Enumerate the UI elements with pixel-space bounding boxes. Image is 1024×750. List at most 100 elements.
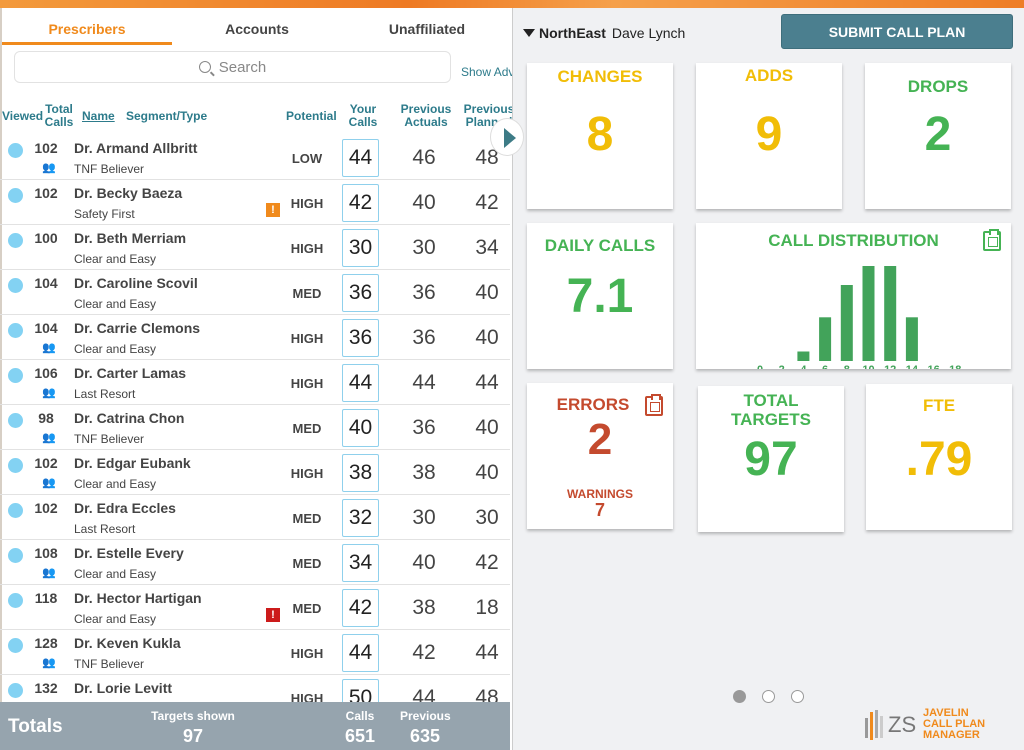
table-row[interactable]: 106 👥 Dr. Carter Lamas Last Resort HIGH 44 44 4… (0, 360, 510, 405)
previous-actuals: 36 (412, 416, 436, 439)
table-row[interactable]: 118 Dr. Hector Hartigan Clear and Easy! MED… (0, 585, 510, 630)
prescriber-name[interactable]: Dr. Caroline Scovil (74, 275, 198, 291)
your-calls-input[interactable]: 44 (342, 634, 379, 672)
search-icon (198, 61, 211, 73)
call-distribution-card[interactable]: CALL DISTRIBUTION 024681012141618 (696, 223, 1011, 369)
error-icon[interactable]: ! (266, 608, 280, 622)
tab-accounts[interactable]: Accounts (172, 8, 342, 45)
group-practice-icon: 👥 (42, 657, 56, 669)
group-practice-icon: 👥 (42, 432, 56, 444)
changes-card[interactable]: CHANGES 8 (527, 63, 673, 209)
col-potential[interactable]: Potential (286, 110, 337, 123)
prescriber-name[interactable]: Dr. Keven Kukla (74, 635, 181, 651)
prescriber-name[interactable]: Dr. Lorie Levitt (74, 680, 172, 696)
your-calls-input[interactable]: 34 (342, 544, 379, 582)
x-tick-label: 18 (949, 364, 961, 369)
tab-unaffiliated[interactable]: Unaffiliated (342, 8, 512, 45)
previous-planned: 30 (475, 506, 499, 529)
col-viewed[interactable]: Viewed (2, 110, 43, 123)
total-targets-title-2: TARGETS (731, 410, 811, 429)
page-dot-1[interactable] (733, 690, 746, 703)
errors-card[interactable]: ERRORS 2 WARNINGS 7 (527, 383, 673, 529)
table-row[interactable]: 102 Dr. Edra Eccles Last Resort MED 32 30 30 (0, 495, 510, 540)
group-practice-icon: 👥 (42, 387, 56, 399)
report-clipboard-icon[interactable] (645, 394, 663, 416)
total-targets-card[interactable]: TOTAL TARGETS 97 (698, 386, 844, 532)
your-calls-input[interactable]: 44 (342, 139, 379, 177)
potential: MED (292, 286, 322, 301)
prescriber-name[interactable]: Dr. Estelle Every (74, 545, 184, 561)
your-calls-input[interactable]: 30 (342, 229, 379, 267)
daily-calls-title: DAILY CALLS (544, 236, 656, 255)
total-calls: 100 (34, 230, 58, 246)
drops-card[interactable]: DROPS 2 (865, 63, 1011, 209)
table-row[interactable]: 102 👥 Dr. Armand Allbritt TNF Believer LOW 44… (0, 135, 510, 180)
potential: MED (292, 556, 322, 571)
prescriber-name[interactable]: Dr. Catrina Chon (74, 410, 184, 426)
table-row[interactable]: 104 Dr. Caroline Scovil Clear and Easy MED 3… (0, 270, 510, 315)
table-row[interactable]: 104 👥 Dr. Carrie Clemons Clear and Easy HIGH… (0, 315, 510, 360)
viewed-indicator (8, 233, 23, 248)
previous-planned: 40 (475, 416, 499, 439)
your-calls-input[interactable]: 32 (342, 499, 379, 537)
total-calls: 132 (34, 680, 58, 696)
table-row[interactable]: 128 👥 Dr. Keven Kukla TNF Believer HIGH 44 42 4… (0, 630, 510, 675)
table-row[interactable]: 102 👥 Dr. Edgar Eubank Clear and Easy HIGH 38… (0, 450, 510, 495)
viewed-indicator (8, 683, 23, 698)
segment-type: Clear and Easy (74, 477, 157, 491)
prescriber-name[interactable]: Dr. Edgar Eubank (74, 455, 191, 471)
warning-icon[interactable]: ! (266, 203, 280, 217)
previous-actuals: 38 (412, 596, 436, 619)
potential: HIGH (290, 376, 324, 391)
warnings-label: WARNINGS (567, 487, 633, 501)
submit-call-plan-button[interactable]: SUBMIT CALL PLAN (781, 14, 1013, 49)
expand-panel-button[interactable] (490, 118, 524, 156)
segment-type: Clear and Easy (74, 612, 157, 626)
calls-total-label: Calls (345, 709, 375, 723)
your-calls-input[interactable]: 42 (342, 184, 379, 222)
x-tick-label: 8 (844, 364, 850, 369)
table-row[interactable]: 102 Dr. Becky Baeza Safety First! HIGH 42 40 4… (0, 180, 510, 225)
col-your-calls[interactable]: Your Calls (346, 103, 380, 129)
your-calls-input[interactable]: 42 (342, 589, 379, 627)
fte-card[interactable]: FTE .79 (866, 384, 1012, 530)
table-row[interactable]: 132 Dr. Lorie Levitt HIGH 50 44 48 (0, 675, 510, 703)
tab-prescribers[interactable]: Prescribers (2, 8, 172, 45)
daily-calls-card[interactable]: DAILY CALLS 7.1 (527, 223, 673, 369)
prescriber-name[interactable]: Dr. Hector Hartigan (74, 590, 202, 606)
your-calls-input[interactable]: 50 (342, 679, 379, 703)
search-input[interactable]: Search (14, 51, 451, 83)
your-calls-input[interactable]: 36 (342, 319, 379, 357)
prescriber-name[interactable]: Dr. Beth Merriam (74, 230, 186, 246)
previous-actuals: 40 (412, 551, 436, 574)
prescriber-name[interactable]: Dr. Becky Baeza (74, 185, 182, 201)
total-calls: 106 (34, 365, 58, 381)
page-dot-2[interactable] (762, 690, 775, 703)
page-dot-3[interactable] (791, 690, 804, 703)
table-row[interactable]: 98 👥 Dr. Catrina Chon TNF Believer MED 40 36 40 (0, 405, 510, 450)
prescriber-name[interactable]: Dr. Armand Allbritt (74, 140, 197, 156)
previous-actuals: 46 (412, 146, 436, 169)
col-previous-actuals[interactable]: Previous Actuals (400, 103, 452, 129)
previous-actuals: 30 (412, 236, 436, 259)
potential: MED (292, 601, 322, 616)
territory-selector[interactable]: NorthEast Dave Lynch (523, 25, 685, 41)
table-row[interactable]: 108 👥 Dr. Estelle Every Clear and Easy MED 34… (0, 540, 510, 585)
col-name[interactable]: Name (82, 110, 115, 123)
totals-label: Totals (8, 716, 63, 737)
your-calls-input[interactable]: 38 (342, 454, 379, 492)
prescriber-name[interactable]: Dr. Carrie Clemons (74, 320, 200, 336)
col-total-calls[interactable]: Total Calls (44, 103, 74, 129)
your-calls-input[interactable]: 44 (342, 364, 379, 402)
your-calls-input[interactable]: 36 (342, 274, 379, 312)
your-calls-input[interactable]: 40 (342, 409, 379, 447)
table-row[interactable]: 100 Dr. Beth Merriam Clear and Easy HIGH 30 3… (0, 225, 510, 270)
fte-value: .79 (905, 433, 973, 486)
drops-value: 2 (924, 108, 952, 161)
prescriber-name[interactable]: Dr. Carter Lamas (74, 365, 186, 381)
adds-card[interactable]: ADDS 9 (696, 63, 842, 209)
previous-actuals: 44 (412, 371, 436, 394)
prescriber-name[interactable]: Dr. Edra Eccles (74, 500, 176, 516)
col-segment[interactable]: Segment/Type (126, 110, 207, 123)
show-advanced-link[interactable]: Show Adv (461, 65, 514, 79)
